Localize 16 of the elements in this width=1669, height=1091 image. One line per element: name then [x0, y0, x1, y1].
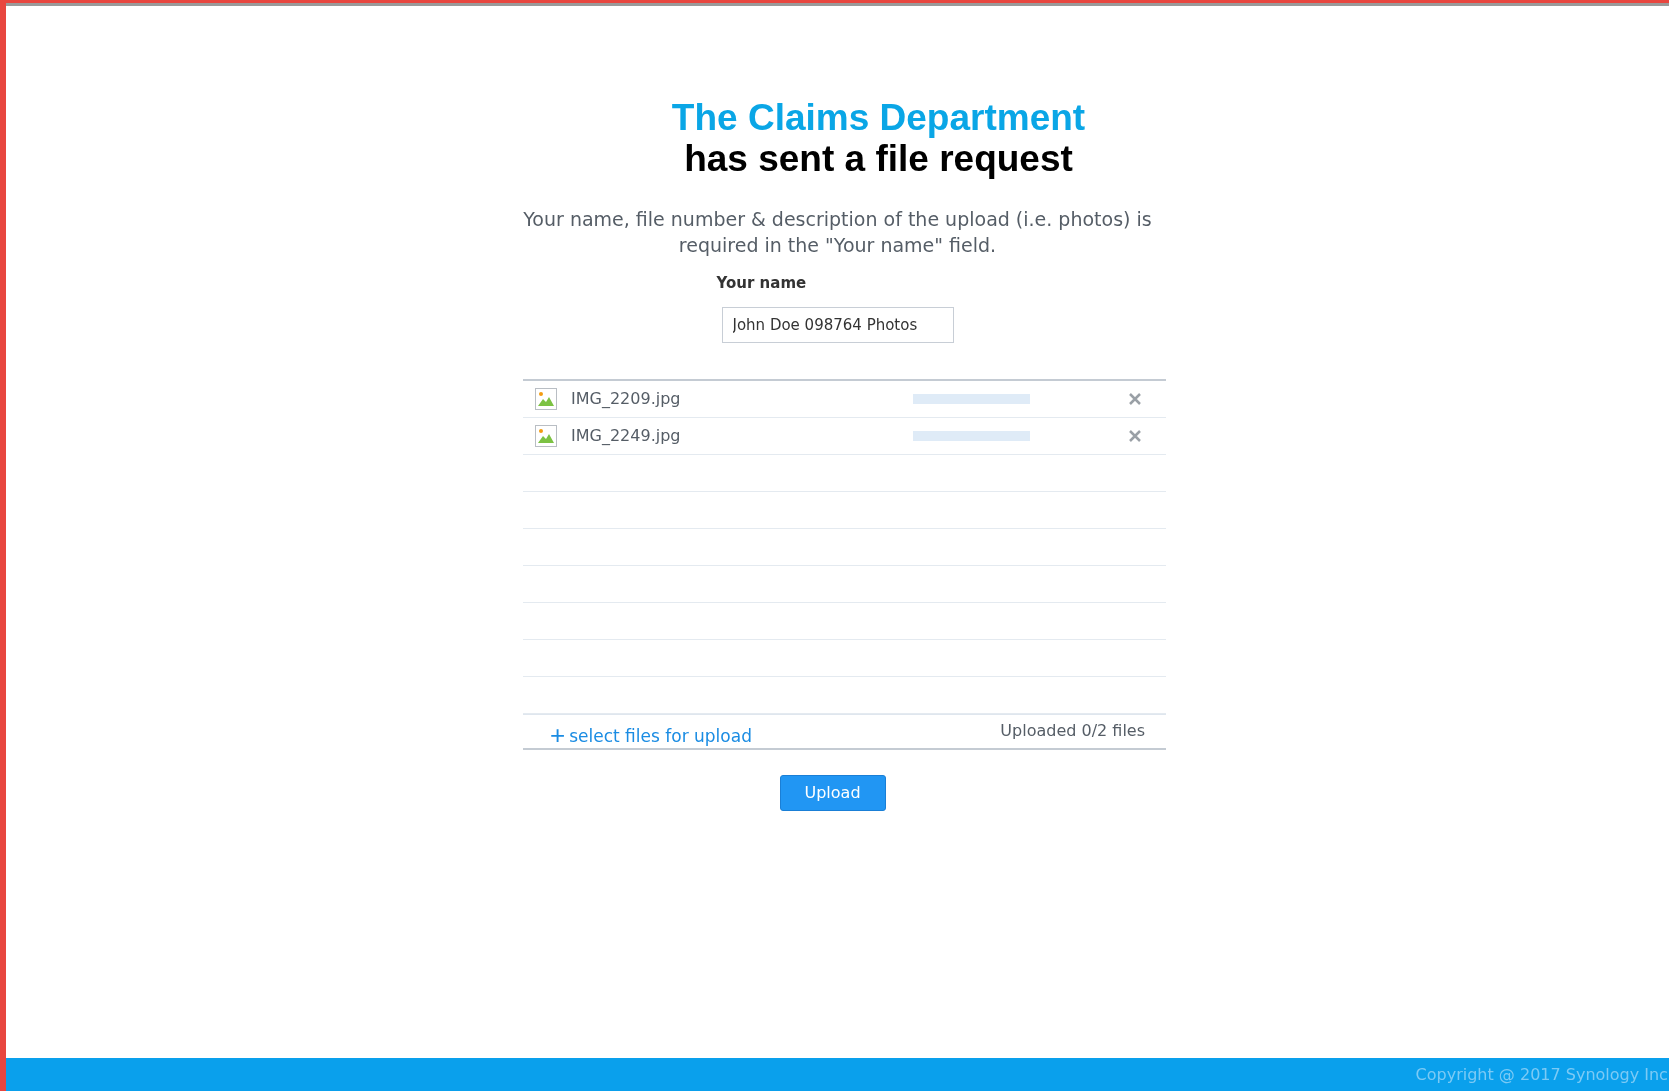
plus-icon: + [550, 724, 566, 746]
request-title: has sent a file request [684, 138, 1073, 180]
image-file-icon [535, 424, 557, 447]
file-name: IMG_2209.jpg [571, 387, 682, 410]
close-icon[interactable] [1128, 391, 1142, 406]
name-input-field[interactable]: John Doe 098764 Photos [721, 306, 954, 343]
instructions-text: Your name, file number & description of the upload (i.e. photos) is required in the "Your name" field. [522, 207, 1153, 258]
sender-title: The Claims Department [671, 98, 1086, 138]
file-name: IMG_2249.jpg [571, 424, 682, 447]
close-icon[interactable] [1128, 428, 1142, 443]
upload-button[interactable]: Upload [779, 774, 886, 811]
select-files-link[interactable]: +select files for upload [550, 716, 752, 746]
image-file-icon [535, 387, 557, 410]
field-label: Your name [715, 273, 808, 294]
upload-status: Uploaded 0/2 files [1000, 720, 1145, 742]
copyright-text: Copyright @ 2017 Synology Inc. [1415, 1063, 1669, 1086]
